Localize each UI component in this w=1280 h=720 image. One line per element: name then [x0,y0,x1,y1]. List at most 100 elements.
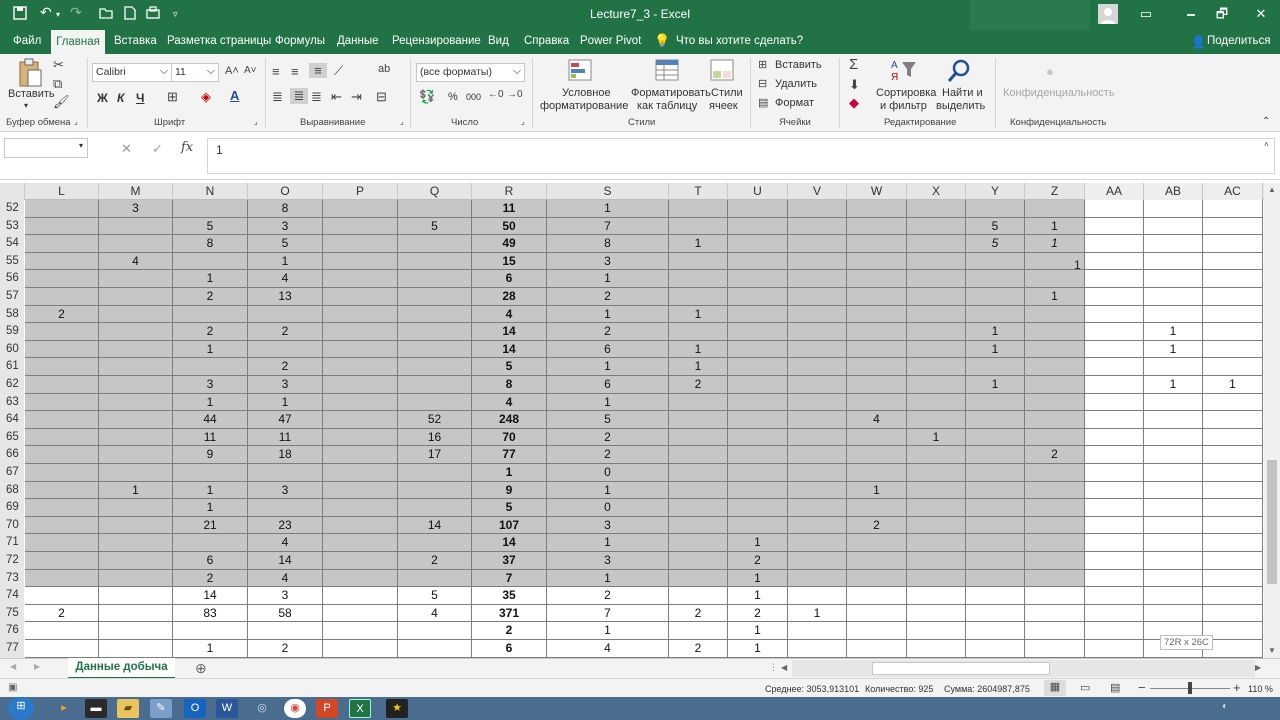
cell[interactable] [847,552,907,570]
cell[interactable]: 14 [472,323,547,341]
cell[interactable]: 1 [173,393,248,412]
zoom-out-button[interactable]: − [1138,680,1146,695]
merge-center-icon[interactable]: ⊟ [376,89,387,105]
cell[interactable]: 70 [472,428,547,447]
cell[interactable] [1085,481,1144,500]
decrease-indent-icon[interactable]: ⇤ [331,89,342,105]
cell[interactable]: 14 [173,587,248,605]
cell[interactable] [907,604,966,623]
comma-style-button[interactable]: 000 [466,92,481,102]
column-header[interactable]: X [907,183,966,200]
cell[interactable] [99,270,173,288]
cell[interactable] [323,358,398,376]
cell[interactable] [1025,305,1085,324]
cell[interactable]: 1 [1144,340,1203,359]
scroll-right-icon[interactable]: ▶ [1255,663,1261,672]
italic-button[interactable]: К [117,91,124,105]
cell[interactable]: 14 [472,534,547,552]
cell[interactable] [1025,569,1085,588]
cell[interactable] [669,252,728,271]
underline-button[interactable]: Ч [136,91,144,105]
cell[interactable] [248,464,323,482]
cell[interactable] [669,323,728,341]
cell[interactable]: 1 [728,534,788,552]
cell[interactable] [1144,446,1203,464]
cell[interactable]: 2 [248,358,323,376]
cell[interactable] [669,393,728,412]
cell[interactable] [323,640,398,658]
cell[interactable] [1085,217,1144,236]
number-launcher-icon[interactable]: ⌟ [521,117,525,126]
lightbulb-icon[interactable]: 💡 [654,33,670,49]
cell[interactable]: 371 [472,604,547,623]
cell[interactable] [788,481,847,500]
cell[interactable] [1203,270,1263,288]
row-header[interactable]: 76 [0,622,24,640]
page-break-view-icon[interactable]: ▤ [1110,681,1120,694]
cell[interactable]: 4 [248,534,323,552]
format-cells-button[interactable]: Формат [775,97,814,109]
cell[interactable]: 47 [248,411,323,429]
cell[interactable] [847,569,907,588]
cell[interactable] [847,305,907,324]
cell[interactable]: 1 [547,200,669,218]
cell[interactable]: 1 [669,235,728,253]
cell[interactable]: 1 [173,270,248,288]
cell[interactable]: 1 [728,587,788,605]
expand-formula-icon[interactable]: ˄ [1264,140,1269,149]
cell[interactable] [1144,288,1203,306]
cell[interactable] [966,288,1025,306]
cell[interactable] [1025,340,1085,359]
column-header[interactable]: Z [1025,183,1085,200]
cell[interactable] [173,622,248,640]
cell[interactable] [728,481,788,500]
cell[interactable]: 1 [728,640,788,658]
cell[interactable]: 5 [173,217,248,236]
cell[interactable] [25,411,99,429]
align-left-icon[interactable]: ≣ [272,89,283,105]
minimize-button[interactable]: 🗕 [1178,4,1204,24]
cell[interactable]: 58 [248,604,323,623]
cell[interactable] [669,411,728,429]
cell[interactable] [669,270,728,288]
cell[interactable] [788,252,847,271]
tab-help[interactable]: Справка [524,35,569,47]
cell[interactable]: 2 [472,622,547,640]
cell[interactable] [728,217,788,236]
cell[interactable] [25,340,99,359]
cell[interactable]: 2 [547,288,669,306]
tab-insert[interactable]: Вставка [114,35,157,47]
cell[interactable] [907,376,966,394]
cell[interactable]: 5 [966,217,1025,236]
cell[interactable]: 5 [248,235,323,253]
cell[interactable] [907,622,966,640]
cell[interactable] [1203,428,1263,447]
row-header[interactable]: 52 [0,200,24,218]
cell[interactable] [1203,252,1263,271]
cell[interactable] [788,305,847,324]
cell[interactable] [1085,622,1144,640]
cell[interactable]: 5 [398,217,472,236]
cell[interactable]: 7 [547,604,669,623]
cell[interactable]: 14 [398,516,472,535]
cell[interactable] [1203,534,1263,552]
row-header[interactable]: 63 [0,393,24,412]
font-size-select[interactable]: 11 ⌵ [171,63,219,82]
cell[interactable] [907,411,966,429]
cell[interactable]: 7 [547,217,669,236]
cell[interactable]: 1 [966,340,1025,359]
cell[interactable] [99,569,173,588]
cell[interactable]: 2 [547,587,669,605]
cell[interactable] [728,323,788,341]
paste-dropdown-icon[interactable]: ▾ [24,101,28,110]
cell[interactable] [847,464,907,482]
cell[interactable] [1085,411,1144,429]
insert-function-icon[interactable]: fx [181,140,193,155]
cell[interactable]: 1 [728,569,788,588]
cell[interactable] [728,340,788,359]
cell[interactable] [1203,358,1263,376]
cell[interactable] [788,288,847,306]
paste-icon[interactable] [15,58,45,90]
cell[interactable]: 107 [472,516,547,535]
tab-view[interactable]: Вид [488,35,509,47]
